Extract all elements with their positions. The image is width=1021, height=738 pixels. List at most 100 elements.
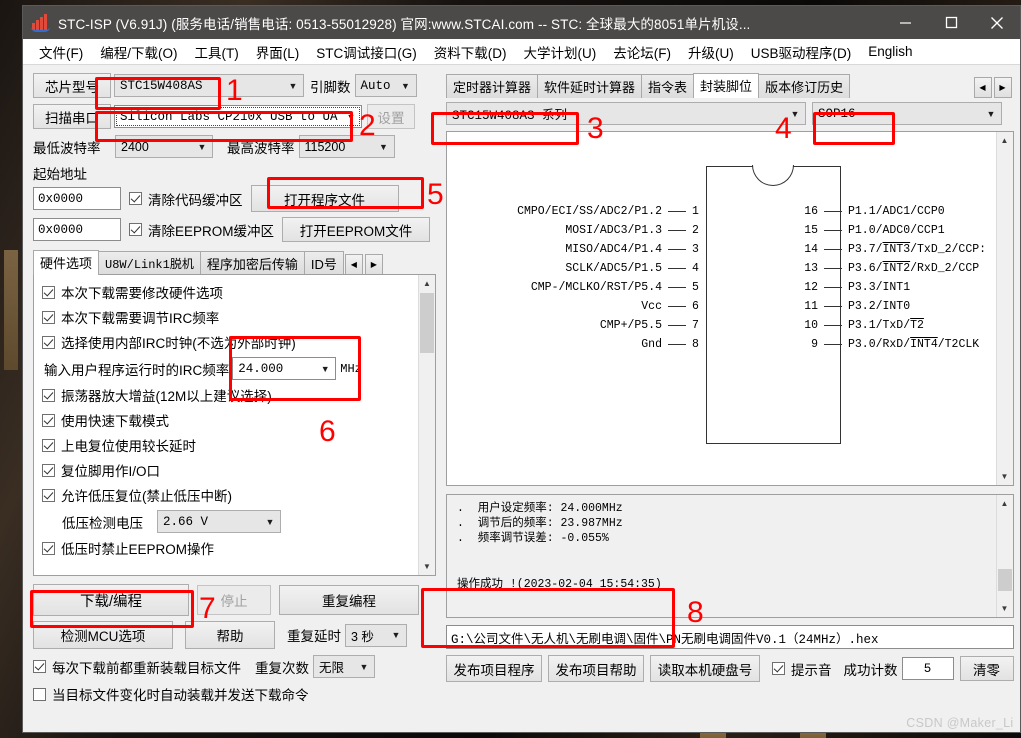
pin-label: P3.3/INT1 <box>848 281 911 294</box>
scan-port-select[interactable]: Silicon Labs CP210x USB to UA ▼ <box>114 105 362 128</box>
repeat-count-label: 重复次数 <box>255 660 309 676</box>
scroll-up-icon[interactable]: ▲ <box>996 495 1013 512</box>
reload-target-file-checkbox[interactable]: 每次下载前都重新装载目标文件 <box>33 657 241 677</box>
file-path-input[interactable]: G:\公司文件\无人机\无刷电调\固件\PN无刷电调固件V0.1（24MHz）.… <box>446 625 1014 649</box>
title-bar: STC-ISP (V6.91J) (服务电话/销售电话: 0513-550129… <box>23 6 1020 39</box>
tab-encrypted-transfer[interactable]: 程序加密后传输 <box>199 251 305 275</box>
scrollbar-thumb[interactable] <box>420 293 434 353</box>
chevron-down-icon: ▼ <box>288 80 298 91</box>
log-scrollbar[interactable]: ▲ ▼ <box>995 495 1013 617</box>
checkbox-icon <box>33 660 46 673</box>
tab-id-number[interactable]: ID号 <box>303 251 344 275</box>
option-low-voltage-reset[interactable]: 允许低压复位(禁止低压中断) <box>42 485 413 505</box>
tab-hardware-options[interactable]: 硬件选项 <box>33 250 100 275</box>
scroll-down-icon[interactable]: ▼ <box>996 468 1013 485</box>
option-modify-hardware[interactable]: 本次下载需要修改硬件选项 <box>42 282 413 302</box>
eeprom-address-input[interactable]: 0x0000 <box>33 218 121 241</box>
right-tab-scroll-right-icon[interactable]: ▶ <box>993 77 1012 98</box>
operation-log[interactable]: . 用户设定频率: 24.000MHz . 调节后的频率: 23.987MHz … <box>446 494 1014 618</box>
pin-number: 14 <box>804 243 818 256</box>
menu-upgrade[interactable]: 升级(U) <box>680 39 742 65</box>
menu-program-download[interactable]: 编程/下载(O) <box>92 39 185 65</box>
tab-instruction-table[interactable]: 指令表 <box>641 74 695 98</box>
max-baud-select[interactable]: 115200 ▼ <box>298 135 395 158</box>
irc-frequency-select[interactable]: 24.000 ▼ <box>232 357 337 380</box>
clear-code-buffer-checkbox[interactable]: 清除代码缓冲区 <box>129 189 243 209</box>
repeat-delay-select[interactable]: 3 秒 ▼ <box>345 623 407 647</box>
menu-english[interactable]: English <box>860 41 920 62</box>
repeat-count-select[interactable]: 无限 ▼ <box>313 655 375 678</box>
publish-project-help-button[interactable]: 发布项目帮助 <box>548 655 644 682</box>
success-count-value[interactable]: 5 <box>901 657 954 680</box>
close-icon[interactable] <box>974 6 1020 39</box>
tab-timer-calculator[interactable]: 定时器计算器 <box>446 74 539 98</box>
pin-number: 11 <box>804 300 818 313</box>
help-button[interactable]: 帮助 <box>185 621 275 649</box>
menu-university-plan[interactable]: 大学计划(U) <box>516 39 605 65</box>
watermark: CSDN @Maker_Li <box>906 716 1014 730</box>
read-disk-id-button[interactable]: 读取本机硬盘号 <box>650 655 760 682</box>
open-eeprom-file-button[interactable]: 打开EEPROM文件 <box>282 217 431 242</box>
maximize-icon[interactable] <box>928 6 974 39</box>
right-tab-scroll-left-icon[interactable]: ◀ <box>973 77 992 98</box>
clear-eeprom-buffer-checkbox[interactable]: 清除EEPROM缓冲区 <box>129 220 274 240</box>
clear-count-button[interactable]: 清零 <box>959 656 1014 681</box>
detect-mcu-options-button[interactable]: 检测MCU选项 <box>33 621 173 649</box>
option-label: 使用快速下载模式 <box>61 414 169 429</box>
menu-interface[interactable]: 界面(L) <box>248 39 308 65</box>
scroll-up-icon[interactable]: ▲ <box>419 275 435 292</box>
package-type-select[interactable]: SOP16 ▼ <box>812 102 1002 125</box>
open-program-file-button[interactable]: 打开程序文件 <box>250 185 399 212</box>
options-scrollbar[interactable]: ▲ ▼ <box>418 275 435 575</box>
checkbox-icon <box>42 388 55 402</box>
stop-button[interactable]: 停止 <box>197 585 271 615</box>
minimize-icon[interactable] <box>882 6 928 39</box>
publish-project-program-button[interactable]: 发布项目程序 <box>446 655 542 682</box>
option-reset-pin-as-io[interactable]: 复位脚用作I/O口 <box>42 460 413 480</box>
autoload-target-file-checkbox[interactable]: 当目标文件变化时自动装载并发送下载命令 <box>33 684 436 704</box>
repeat-program-button[interactable]: 重复编程 <box>279 585 419 615</box>
tab-u8w-link1[interactable]: U8W/Link1脱机 <box>98 251 201 275</box>
option-internal-irc-clock[interactable]: 选择使用内部IRC时钟(不选为外部时钟) <box>42 332 413 352</box>
menu-docs-download[interactable]: 资料下载(D) <box>426 39 515 65</box>
package-type-value: SOP16 <box>818 106 856 121</box>
option-label: 低压时禁止EEPROM操作 <box>61 542 215 557</box>
chip-model-select[interactable]: STC15W408AS ▼ <box>114 74 304 97</box>
menu-usb-driver[interactable]: USB驱动程序(D) <box>743 39 860 65</box>
pin-count-select[interactable]: Auto ▼ <box>354 74 417 97</box>
tab-delay-calculator[interactable]: 软件延时计算器 <box>537 74 643 98</box>
option-adjust-irc[interactable]: 本次下载需要调节IRC频率 <box>42 307 413 327</box>
checkbox-icon <box>42 463 55 477</box>
option-poweron-reset-delay[interactable]: 上电复位使用较长延时 <box>42 435 413 455</box>
tab-scroll-right-icon[interactable]: ▶ <box>364 254 383 275</box>
tab-package-pinout[interactable]: 封装脚位 <box>693 73 760 98</box>
pin-row: CMP+/P5.5 7 <box>447 316 706 335</box>
settings-button[interactable]: 设置 <box>367 104 415 129</box>
menu-tools[interactable]: 工具(T) <box>187 39 247 65</box>
pin-number: 6 <box>692 300 699 313</box>
scroll-down-icon[interactable]: ▼ <box>419 558 435 575</box>
pin-label: P1.1/ADC1/CCP0 <box>848 205 945 218</box>
lvd-select[interactable]: 2.66 V ▼ <box>157 510 281 533</box>
pin-number: 7 <box>692 319 699 332</box>
option-disable-eeprom-at-low-voltage[interactable]: 低压时禁止EEPROM操作 <box>42 538 413 558</box>
option-oscillator-gain[interactable]: 振荡器放大增益(12M以上建议选择) <box>42 385 413 405</box>
tab-scroll-left-icon[interactable]: ◀ <box>344 254 363 275</box>
pin-lead-icon <box>668 268 686 269</box>
scrollbar-thumb[interactable] <box>997 569 1012 591</box>
option-fast-download[interactable]: 使用快速下载模式 <box>42 410 413 430</box>
scroll-up-icon[interactable]: ▲ <box>996 132 1013 149</box>
menu-forum[interactable]: 去论坛(F) <box>605 39 679 65</box>
beep-checkbox[interactable]: 提示音 <box>772 659 832 679</box>
chip-series-select[interactable]: STC15W408AS 系列 ▼ <box>446 102 806 125</box>
diagram-scrollbar[interactable]: ▲ ▼ <box>995 132 1013 485</box>
download-program-button[interactable]: 下载/编程 <box>33 584 189 616</box>
scroll-down-icon[interactable]: ▼ <box>996 600 1013 617</box>
menu-file[interactable]: 文件(F) <box>31 39 91 65</box>
menu-stc-debug[interactable]: STC调试接口(G) <box>308 39 425 65</box>
pin-row: MOSI/ADC3/P1.3 2 <box>447 221 706 240</box>
clear-eeprom-buffer-label: 清除EEPROM缓冲区 <box>148 223 275 239</box>
tab-revision-history[interactable]: 版本修订历史 <box>758 74 851 98</box>
min-baud-select[interactable]: 2400 ▼ <box>115 135 213 158</box>
code-address-input[interactable]: 0x0000 <box>33 187 121 210</box>
